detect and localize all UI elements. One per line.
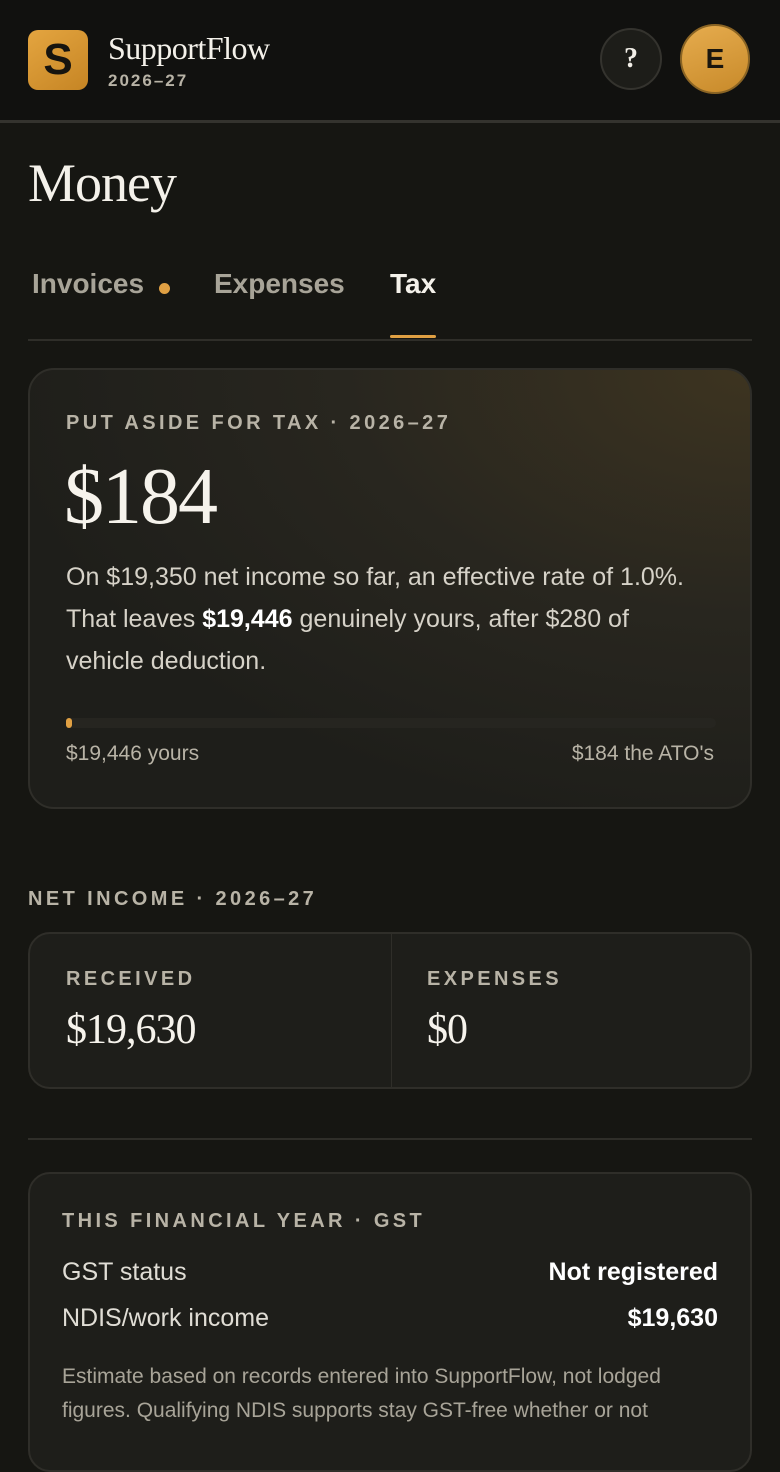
tab-invoices[interactable]: Invoices xyxy=(32,268,170,300)
expenses-value: $0 xyxy=(427,1007,468,1053)
user-avatar-button[interactable]: E xyxy=(680,24,750,94)
tax-card-eyebrow: PUT ASIDE FOR TAX · 2026–27 xyxy=(66,412,452,434)
ndis-income-label: NDIS/work income xyxy=(62,1304,269,1332)
net-income-card: RECEIVED $19,630 EXPENSES $0 xyxy=(28,932,752,1089)
tax-description: On $19,350 net income so far, an effecti… xyxy=(66,556,706,682)
tab-invoices-label: Invoices xyxy=(32,268,145,299)
app-name: SupportFlow xyxy=(108,30,270,66)
tab-expenses[interactable]: Expenses xyxy=(214,268,345,300)
help-button[interactable]: ? xyxy=(600,28,662,90)
gst-status-row: GST status Not registered xyxy=(62,1258,718,1287)
ndis-income-value: $19,630 xyxy=(627,1304,718,1332)
section-divider xyxy=(28,1138,752,1140)
received-label: RECEIVED xyxy=(66,968,196,990)
yours-label: $19,446 yours xyxy=(66,742,200,765)
net-income-heading: NET INCOME · 2026–27 xyxy=(28,888,318,910)
ato-label: $184 the ATO's xyxy=(571,742,714,765)
active-tab-indicator xyxy=(390,335,436,338)
unread-dot-icon xyxy=(159,283,170,294)
tax-desc-highlight: $19,446 xyxy=(202,605,293,633)
financial-year-label: 2026–27 xyxy=(108,71,189,90)
tax-split-bar-fill xyxy=(66,718,73,728)
expenses-label: EXPENSES xyxy=(427,968,563,990)
gst-estimate-note: Estimate based on records entered into S… xyxy=(62,1365,661,1422)
tab-tax[interactable]: Tax xyxy=(390,268,436,300)
gst-card: THIS FINANCIAL YEAR · GST GST status Not… xyxy=(28,1172,752,1472)
gst-card-eyebrow: THIS FINANCIAL YEAR · GST xyxy=(62,1210,426,1232)
tax-amount: $184 xyxy=(64,453,218,541)
app-header: S SupportFlow 2026–27 ? E xyxy=(0,0,780,123)
tax-split-bar xyxy=(66,718,716,728)
page-title: Money xyxy=(28,153,177,213)
received-value: $19,630 xyxy=(66,1007,196,1053)
net-card-divider xyxy=(391,934,392,1087)
brand: SupportFlow 2026–27 xyxy=(108,30,270,91)
tab-bar: Invoices Expenses Tax xyxy=(28,264,752,341)
ndis-income-row: NDIS/work income $19,630 xyxy=(62,1304,718,1333)
tax-set-aside-card: PUT ASIDE FOR TAX · 2026–27 $184 On $19,… xyxy=(28,368,752,809)
gst-status-value: Not registered xyxy=(548,1258,718,1286)
gst-status-label: GST status xyxy=(62,1258,187,1286)
app-logo: S xyxy=(28,30,88,90)
